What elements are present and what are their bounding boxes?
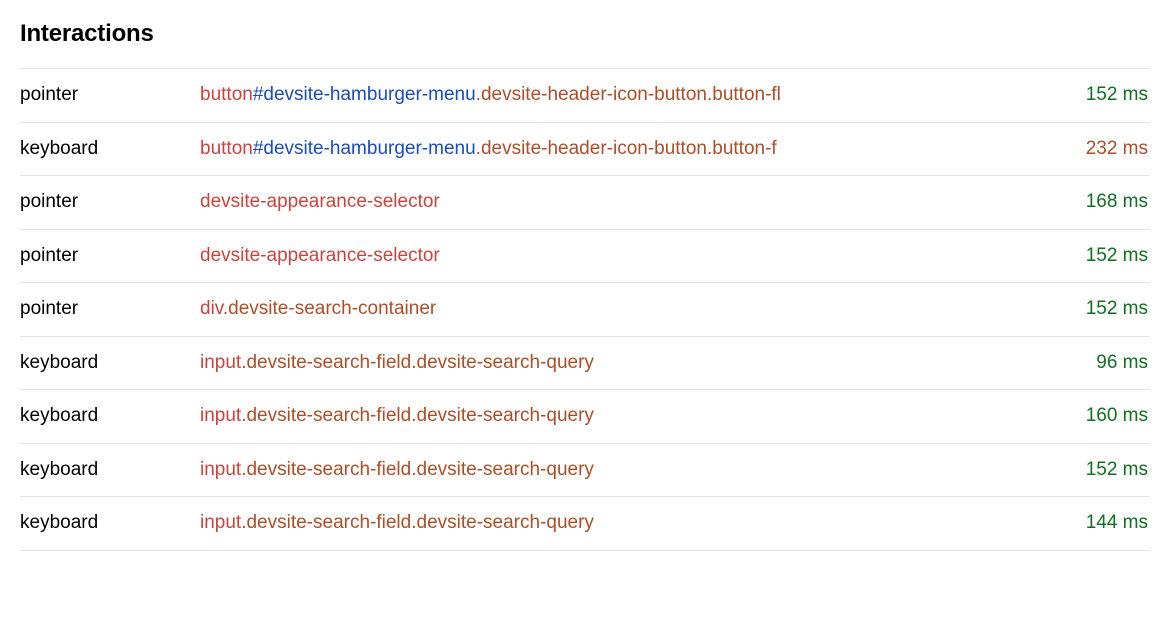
interaction-duration: 160 ms <box>1068 402 1148 431</box>
selector-tag: devsite-appearance-selector <box>200 191 440 212</box>
interaction-duration: 152 ms <box>1068 295 1148 324</box>
interaction-duration: 96 ms <box>1068 349 1148 378</box>
interaction-type: keyboard <box>20 402 200 431</box>
selector-class: .devsite-search-field.devsite-search-que… <box>241 459 594 480</box>
selector-class: .devsite-search-field.devsite-search-que… <box>241 405 594 426</box>
interaction-row[interactable]: keyboardbutton#devsite-hamburger-menu.de… <box>20 123 1150 177</box>
selector-tag: input <box>200 459 241 480</box>
interaction-type: pointer <box>20 188 200 217</box>
interaction-row[interactable]: pointerbutton#devsite-hamburger-menu.dev… <box>20 69 1150 123</box>
element-selector: devsite-appearance-selector <box>200 188 1068 217</box>
selector-tag: devsite-appearance-selector <box>200 245 440 266</box>
selector-class: .devsite-header-icon-button.button-f <box>476 138 777 159</box>
selector-tag: input <box>200 352 241 373</box>
selector-tag: button <box>200 138 253 159</box>
interaction-row[interactable]: keyboardinput.devsite-search-field.devsi… <box>20 337 1150 391</box>
selector-class: .devsite-search-field.devsite-search-que… <box>241 512 594 533</box>
interaction-duration: 152 ms <box>1068 81 1148 110</box>
selector-id: #devsite-hamburger-menu <box>253 138 476 159</box>
interaction-type: pointer <box>20 81 200 110</box>
element-selector: input.devsite-search-field.devsite-searc… <box>200 509 1068 538</box>
selector-class: .devsite-search-container <box>223 298 436 319</box>
interaction-duration: 168 ms <box>1068 188 1148 217</box>
interaction-row[interactable]: pointerdevsite-appearance-selector 168 ms <box>20 176 1150 230</box>
interaction-row[interactable]: keyboardinput.devsite-search-field.devsi… <box>20 497 1150 551</box>
interaction-type: pointer <box>20 295 200 324</box>
element-selector: button#devsite-hamburger-menu.devsite-he… <box>200 135 1068 164</box>
element-selector: input.devsite-search-field.devsite-searc… <box>200 402 1068 431</box>
selector-class: .devsite-header-icon-button.button-fl <box>476 84 781 105</box>
interactions-table: pointerbutton#devsite-hamburger-menu.dev… <box>20 68 1150 551</box>
interaction-row[interactable]: keyboardinput.devsite-search-field.devsi… <box>20 390 1150 444</box>
interaction-duration: 152 ms <box>1068 242 1148 271</box>
interaction-type: keyboard <box>20 349 200 378</box>
element-selector: devsite-appearance-selector <box>200 242 1068 271</box>
interaction-duration: 232 ms <box>1068 135 1148 164</box>
interaction-row[interactable]: pointerdevsite-appearance-selector 152 ms <box>20 230 1150 284</box>
interaction-type: keyboard <box>20 456 200 485</box>
selector-tag: input <box>200 405 241 426</box>
interaction-type: keyboard <box>20 509 200 538</box>
interaction-type: keyboard <box>20 135 200 164</box>
selector-tag: button <box>200 84 253 105</box>
selector-tag: div <box>200 298 223 319</box>
interaction-row[interactable]: keyboardinput.devsite-search-field.devsi… <box>20 444 1150 498</box>
selector-class: .devsite-search-field.devsite-search-que… <box>241 352 594 373</box>
element-selector: input.devsite-search-field.devsite-searc… <box>200 456 1068 485</box>
interaction-duration: 144 ms <box>1068 509 1148 538</box>
interaction-duration: 152 ms <box>1068 456 1148 485</box>
element-selector: button#devsite-hamburger-menu.devsite-he… <box>200 81 1068 110</box>
element-selector: div.devsite-search-container <box>200 295 1068 324</box>
selector-tag: input <box>200 512 241 533</box>
element-selector: input.devsite-search-field.devsite-searc… <box>200 349 1068 378</box>
interaction-row[interactable]: pointerdiv.devsite-search-container152 m… <box>20 283 1150 337</box>
selector-id: #devsite-hamburger-menu <box>253 84 476 105</box>
section-heading: Interactions <box>20 20 1150 48</box>
interaction-type: pointer <box>20 242 200 271</box>
